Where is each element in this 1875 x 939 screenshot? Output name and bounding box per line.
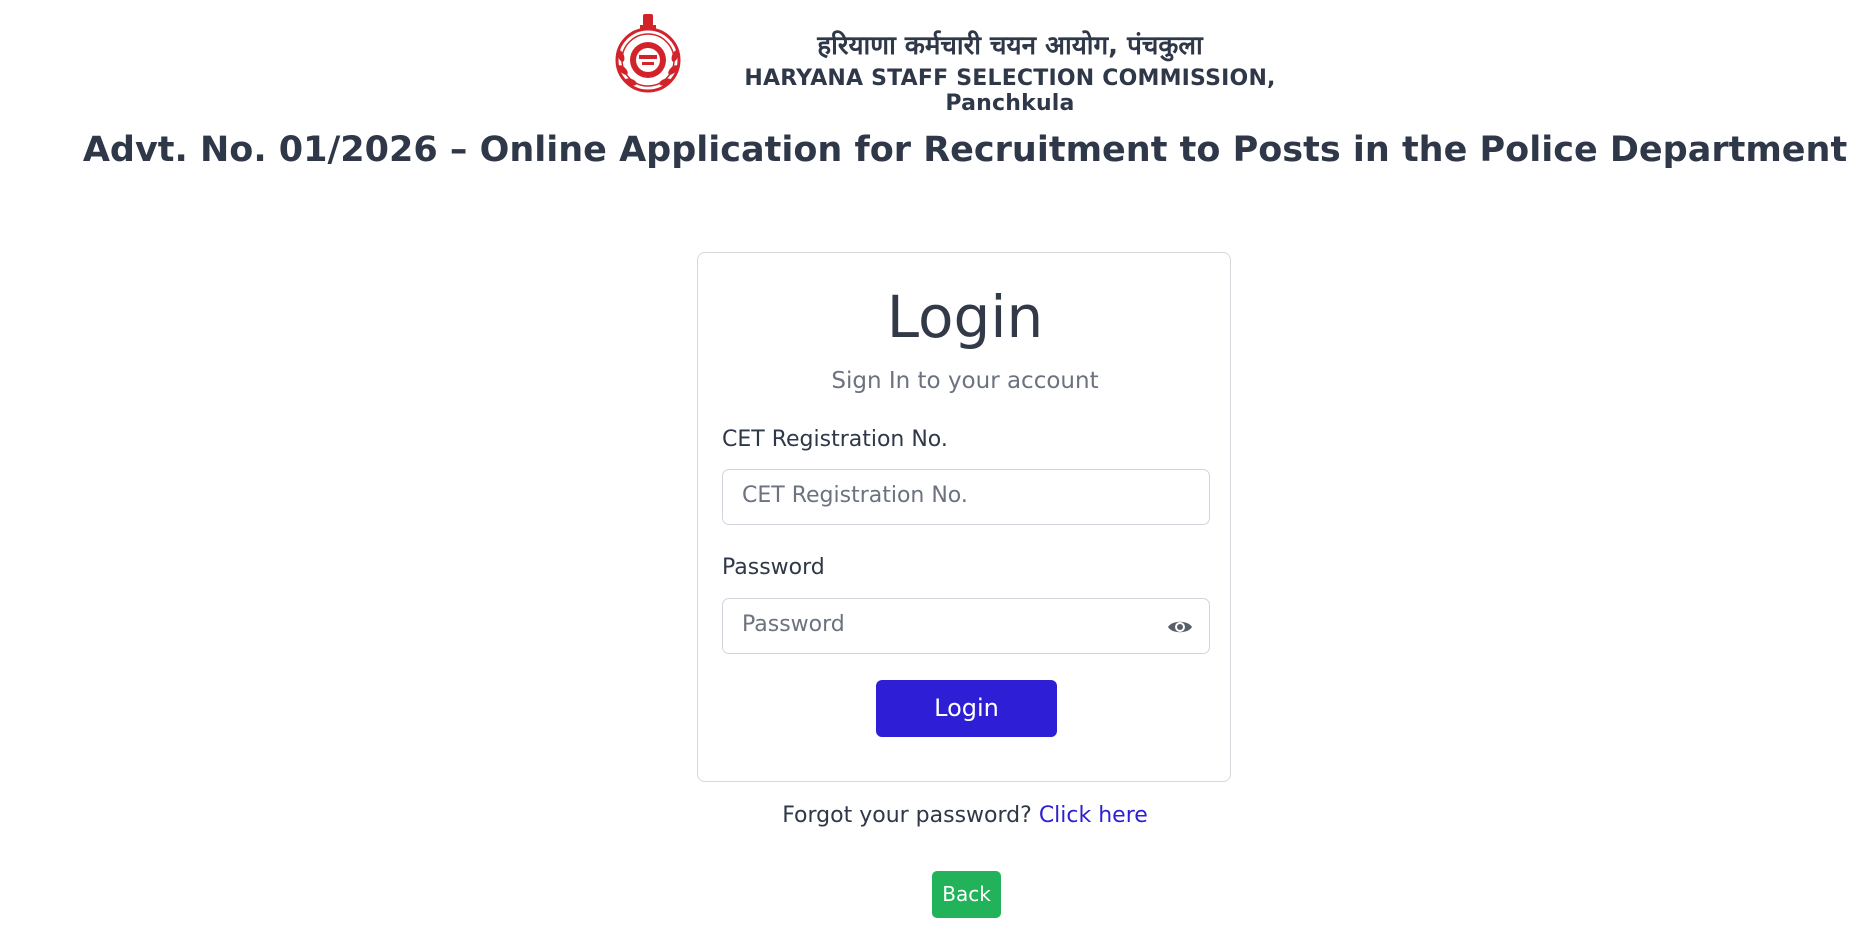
- haryana-emblem-icon: [615, 14, 681, 93]
- registration-placeholder: CET Registration No.: [742, 483, 968, 508]
- login-title: Login: [886, 283, 1044, 351]
- forgot-text: Forgot your password?: [782, 803, 1032, 828]
- login-subtitle: Sign In to your account: [831, 368, 1099, 394]
- registration-label: CET Registration No.: [722, 427, 948, 452]
- password-input[interactable]: Password: [722, 598, 1210, 654]
- password-label: Password: [722, 555, 825, 580]
- header: हरियाणा कर्मचारी चयन आयोग, पंचकुला HARYA…: [0, 0, 1875, 116]
- login-button[interactable]: Login: [876, 680, 1057, 737]
- password-placeholder: Password: [742, 612, 845, 637]
- english-title: HARYANA STAFF SELECTION COMMISSION, Panc…: [744, 66, 1276, 116]
- page-title: Advt. No. 01/2026 – Online Application f…: [82, 130, 1848, 170]
- forgot-password: Forgot your password? Click here: [0, 803, 1875, 828]
- registration-input[interactable]: CET Registration No.: [722, 469, 1210, 525]
- hindi-title: हरियाणा कर्मचारी चयन आयोग, पंचकुला: [817, 31, 1203, 61]
- forgot-password-link[interactable]: Click here: [1039, 803, 1148, 828]
- back-button[interactable]: Back: [932, 871, 1001, 918]
- eye-icon[interactable]: [1167, 617, 1193, 637]
